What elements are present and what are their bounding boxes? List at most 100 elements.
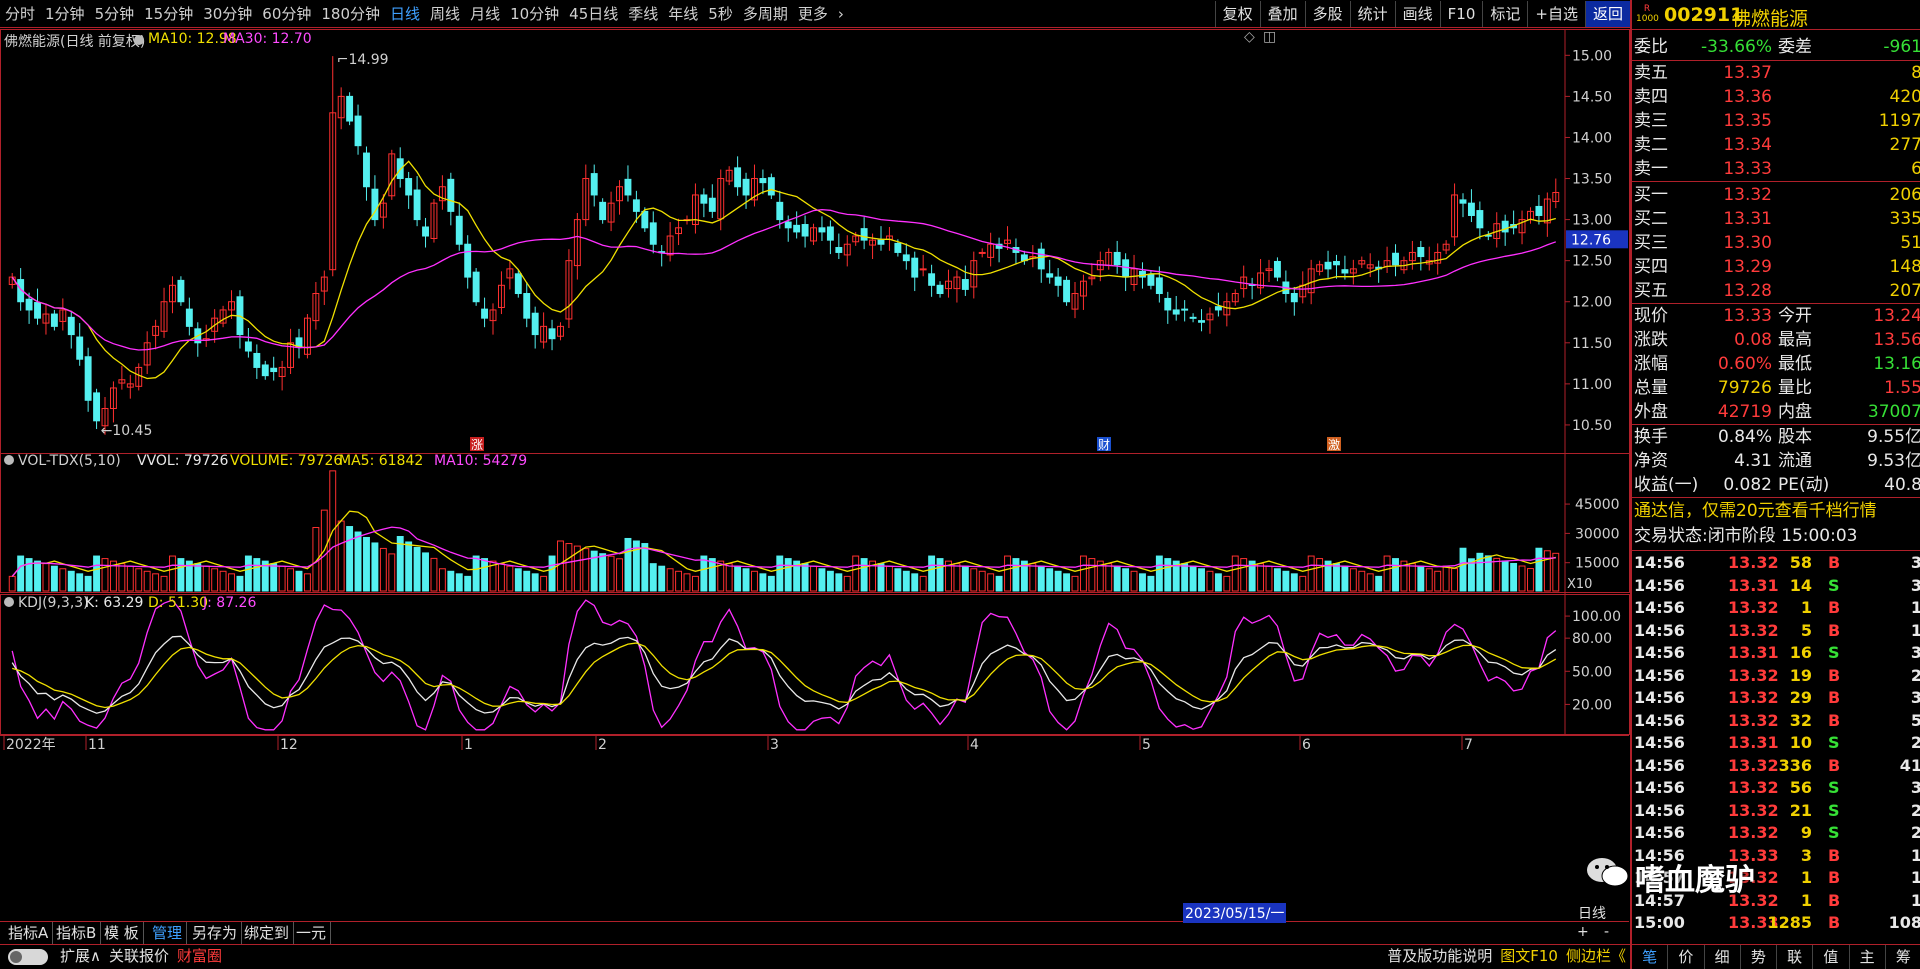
volume-bar (1408, 563, 1416, 592)
candle-body (514, 273, 522, 295)
tool-button[interactable]: 标记 (1482, 0, 1527, 27)
order-row[interactable]: 买五 13.28 207 (1632, 280, 1920, 303)
indicator-tab[interactable]: 管理 (148, 922, 188, 944)
side-tab[interactable]: 值 (1813, 945, 1850, 969)
volume-bar (455, 573, 463, 592)
tool-button[interactable]: 复权 (1214, 0, 1260, 27)
diamond-icon[interactable]: ◇ (1244, 29, 1255, 45)
period-tab[interactable]: 5分钟 (90, 0, 140, 28)
order-price: 13.30 (1723, 233, 1772, 253)
tool-button[interactable]: 统计 (1349, 0, 1395, 27)
volume-bar (211, 568, 219, 592)
stock-badge: R 1000 (1636, 4, 1659, 24)
order-row[interactable]: 卖四 13.36 420 (1632, 86, 1920, 109)
order-row[interactable]: 买二 13.31 335 (1632, 208, 1920, 231)
tick-count: 1 (1910, 845, 1920, 865)
stat-label: 外盘 (1634, 402, 1668, 422)
volume-bar (1155, 555, 1163, 592)
indicator-tab[interactable]: 指标A (4, 922, 54, 944)
tool-button[interactable]: 返回 (1584, 0, 1630, 27)
price-ytick-label: 13.00 (1572, 213, 1612, 229)
stat-value: 4.31 (1734, 451, 1772, 471)
order-row[interactable]: 卖三 13.35 1197 (1632, 110, 1920, 133)
order-price: 13.36 (1723, 87, 1772, 107)
side-tab[interactable]: 笔 (1632, 945, 1669, 969)
volume-bar (17, 555, 25, 592)
toggle-switch[interactable] (8, 949, 48, 965)
period-tab[interactable]: 分时 (0, 0, 40, 28)
candle-body (363, 152, 370, 188)
side-tab[interactable]: 筹 (1886, 945, 1920, 969)
period-tab[interactable]: 日线 (385, 0, 425, 28)
side-tab[interactable]: 主 (1850, 945, 1886, 969)
period-tab[interactable]: 30分钟 (198, 0, 257, 28)
volume-bar (658, 565, 666, 592)
tick-count: 3 (1910, 575, 1920, 595)
order-row[interactable]: 卖五 13.37 8 (1632, 62, 1920, 85)
indicator-tab[interactable]: 模 板 (100, 922, 144, 944)
period-tab[interactable]: 年线 (663, 0, 703, 28)
order-row[interactable]: 买四 13.29 148 (1632, 256, 1920, 279)
tick-volume: 1 (1800, 890, 1812, 910)
bottom-link[interactable]: 关联报价 (105, 945, 173, 967)
price-ytick-label: 14.50 (1572, 89, 1612, 105)
tick-time: 14:56 (1634, 575, 1685, 595)
more-chevron-icon[interactable]: › (833, 0, 849, 28)
tick-count: 108 (1888, 913, 1920, 932)
kdj-collapse-icon[interactable] (4, 597, 14, 607)
promo-link[interactable]: 通达信，仅需20元查看千档行情 (1634, 500, 1920, 523)
tool-button[interactable]: F10 (1439, 0, 1483, 27)
period-tab[interactable]: 更多 (793, 0, 833, 28)
indicator-tab[interactable]: 绑定到 (240, 922, 295, 944)
period-tab[interactable]: 多周期 (738, 0, 793, 28)
tool-button[interactable]: 多股 (1304, 0, 1350, 27)
bottom-link[interactable]: 扩展∧ (56, 945, 105, 967)
collapse-icon[interactable] (134, 35, 144, 45)
tick-volume: 1285 (1767, 913, 1812, 932)
tool-button[interactable]: 叠加 (1259, 0, 1305, 27)
bottom-right-link[interactable]: 普及版功能说明 (1383, 945, 1496, 967)
volume-bar (1054, 570, 1062, 592)
order-level-label: 卖四 (1634, 87, 1668, 107)
period-tab[interactable]: 15分钟 (139, 0, 198, 28)
order-volume: 8 (1911, 63, 1920, 83)
order-level-label: 卖二 (1634, 135, 1668, 155)
bottom-link[interactable]: 财富圈 (173, 945, 226, 967)
order-row[interactable]: 买一 13.32 206 (1632, 184, 1920, 207)
tool-button[interactable]: 画线 (1394, 0, 1440, 27)
volume-bar (118, 563, 126, 592)
bottom-right-link[interactable]: 侧边栏《 (1562, 945, 1630, 967)
zoom-out-button[interactable]: - (1604, 924, 1609, 940)
order-row[interactable]: 买三 13.30 51 (1632, 232, 1920, 255)
period-tab[interactable]: 180分钟 (316, 0, 385, 28)
kdj-ytick-label: 50.00 (1572, 664, 1612, 680)
candle-body (405, 178, 413, 196)
bottom-right-link[interactable]: 图文F10 (1496, 945, 1562, 967)
period-tab[interactable]: 季线 (623, 0, 663, 28)
order-row[interactable]: 卖一 13.33 6 (1632, 158, 1920, 181)
order-row[interactable]: 卖二 13.34 277 (1632, 134, 1920, 157)
candle-body (1172, 309, 1180, 315)
period-tab[interactable]: 月线 (465, 0, 505, 28)
tick-side: B (1828, 755, 1841, 775)
indicator-tab[interactable]: 一元 (292, 922, 332, 944)
panel-toggle-icon[interactable]: ◫ (1263, 29, 1276, 45)
side-tab[interactable]: 价 (1668, 945, 1705, 969)
period-tab[interactable]: 周线 (425, 0, 465, 28)
period-tab[interactable]: 10分钟 (505, 0, 564, 28)
tool-button[interactable]: +自选 (1527, 0, 1585, 27)
volume-bar (1442, 565, 1450, 592)
side-tab[interactable]: 细 (1705, 945, 1741, 969)
indicator-tab[interactable]: 另存为 (188, 922, 243, 944)
zoom-in-button[interactable]: + (1577, 924, 1589, 940)
side-tab[interactable]: 势 (1741, 945, 1777, 969)
period-tab[interactable]: 45日线 (564, 0, 623, 28)
vol-collapse-icon[interactable] (4, 455, 14, 465)
side-tab[interactable]: 联 (1777, 945, 1814, 969)
period-tab[interactable]: 60分钟 (257, 0, 316, 28)
period-tab[interactable]: 5秒 (703, 0, 738, 28)
kline-chart[interactable]: 15.00 14.50 14.00 13.50 13.00 12.50 12.00 11.50… (0, 29, 1630, 929)
period-tab[interactable]: 1分钟 (40, 0, 90, 28)
volume-bar (1105, 563, 1113, 592)
indicator-tab[interactable]: 指标B (52, 922, 102, 944)
